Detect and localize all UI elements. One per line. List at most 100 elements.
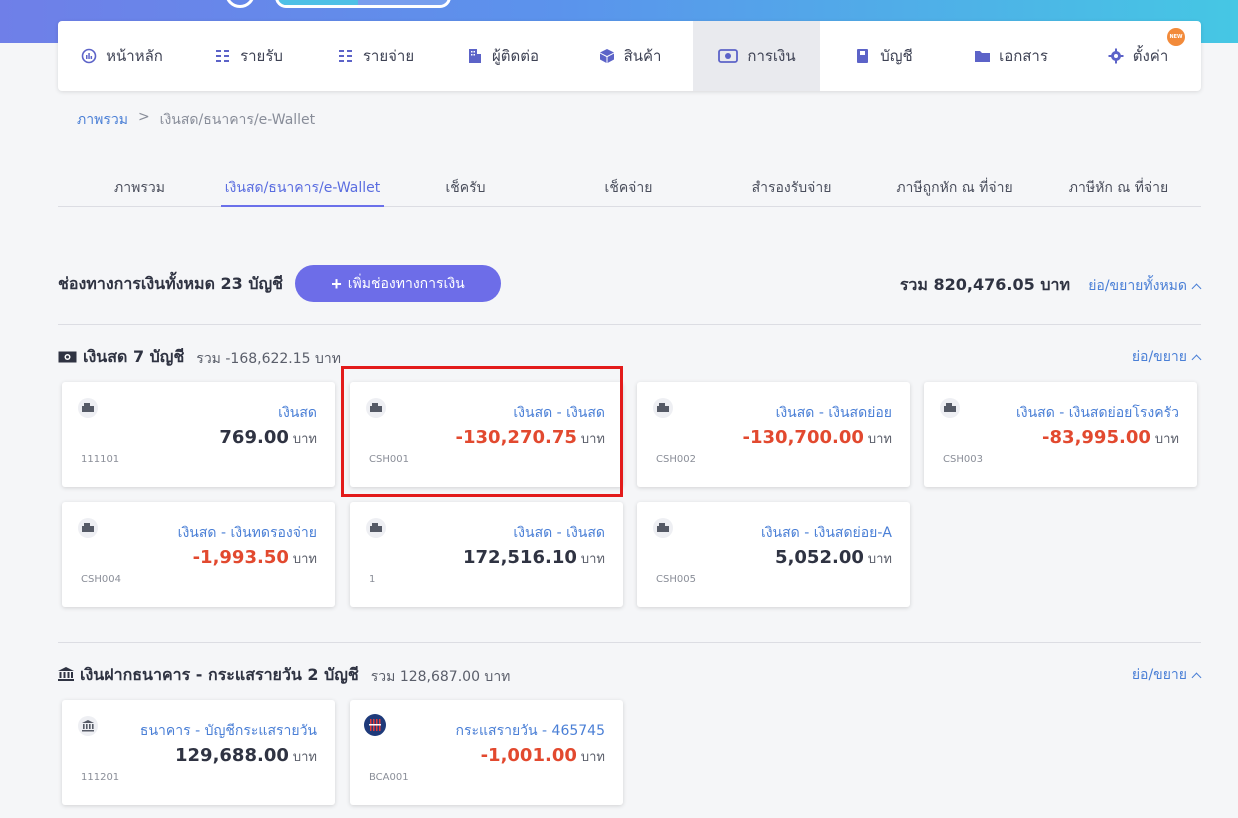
cash-register-icon xyxy=(366,518,386,538)
account-balance: -1,993.50 บาท xyxy=(192,547,317,568)
group-header-cash: เงินสด 7 บัญชี รวม -168,622.15 บาท xyxy=(58,345,341,370)
account-code: 1 xyxy=(369,574,376,585)
group-title-text: เงินสด 7 บัญชี xyxy=(83,347,185,366)
account-card[interactable]: กระแสรายวัน - 465745 -1,001.00 บาท BCA001 xyxy=(350,700,623,805)
new-badge: NEW xyxy=(1167,28,1185,46)
account-code: CSH004 xyxy=(81,574,121,585)
nav-item-finance[interactable]: การเงิน xyxy=(693,21,820,91)
nav-item-accounting[interactable]: บัญชี xyxy=(820,21,947,91)
group-sum: รวม -168,622.15 บาท xyxy=(196,351,341,367)
account-name: ธนาคาร - บัญชีกระแสรายวัน xyxy=(139,723,317,739)
cash-icon xyxy=(58,348,77,367)
account-balance: 5,052.00 บาท xyxy=(775,547,892,568)
header-switch[interactable] xyxy=(275,0,451,8)
divider xyxy=(58,324,1201,325)
account-name: เงินสด - เงินสดย่อย xyxy=(775,405,892,421)
add-payment-channel-button[interactable]: + เพิ่มช่องทางการเงิน xyxy=(295,265,501,302)
breadcrumb-current: เงินสด/ธนาคาร/e-Wallet xyxy=(159,112,316,128)
nav-item-documents[interactable]: เอกสาร xyxy=(947,21,1074,91)
bank-logo-icon xyxy=(364,714,386,736)
tab-petty-cash[interactable]: สำรองรับจ่าย xyxy=(710,168,873,206)
account-balance: -1,001.00 บาท xyxy=(480,745,605,766)
account-code: 111101 xyxy=(81,454,120,465)
nav-item-expense[interactable]: รายจ่าย xyxy=(312,21,439,91)
tab-cheque-received[interactable]: เช็ครับ xyxy=(384,168,547,206)
collapse-all-toggle[interactable]: ย่อ/ขยายทั้งหมด xyxy=(1088,275,1202,297)
account-card[interactable]: เงินสด - เงินสดย่อย-A 5,052.00 บาท CSH005 xyxy=(637,502,910,607)
cash-register-icon xyxy=(78,518,98,538)
account-code: CSH005 xyxy=(656,574,696,585)
group-header-bank-current: เงินฝากธนาคาร - กระแสรายวัน 2 บัญชี รวม … xyxy=(58,663,510,688)
main-navbar: หน้าหลัก รายรับ รายจ่าย ผู้ติดต่อ สินค้า… xyxy=(58,21,1201,91)
grand-total: รวม 820,476.05 บาท xyxy=(899,275,1070,294)
box-icon xyxy=(598,47,616,65)
nav-item-label: รายจ่าย xyxy=(362,47,415,65)
tab-withholding-tax[interactable]: ภาษีหัก ณ ที่จ่าย xyxy=(1036,168,1201,206)
nav-item-label: บัญชี xyxy=(880,47,913,65)
group-collapse-toggle[interactable]: ย่อ/ขยาย xyxy=(1131,664,1202,686)
tab-withheld-tax[interactable]: ภาษีถูกหัก ณ ที่จ่าย xyxy=(873,168,1036,206)
group-toggle-label: ย่อ/ขยาย xyxy=(1131,349,1187,365)
account-name: เงินสด - เงินสด xyxy=(513,525,605,541)
account-card[interactable]: เงินสด 769.00 บาท 111101 xyxy=(62,382,335,487)
account-name: เงินสด - เงินสดย่อยโรงครัว xyxy=(1015,405,1179,421)
chevron-up-icon xyxy=(1191,283,1202,293)
cash-register-icon xyxy=(78,398,98,418)
account-balance: 129,688.00 บาท xyxy=(175,745,317,766)
breadcrumb: ภาพรวม > เงินสด/ธนาคาร/e-Wallet xyxy=(77,109,315,131)
account-name: กระแสรายวัน - 465745 xyxy=(455,723,606,739)
divider xyxy=(58,642,1201,643)
account-card[interactable]: เงินสด - เงินสด 172,516.10 บาท 1 xyxy=(350,502,623,607)
account-card[interactable]: เงินสด - เงินสดย่อย -130,700.00 บาท CSH00… xyxy=(637,382,910,487)
account-balance: -130,700.00 บาท xyxy=(742,427,892,448)
breadcrumb-root-link[interactable]: ภาพรวม xyxy=(77,109,128,131)
nav-item-label: ผู้ติดต่อ xyxy=(491,47,540,65)
accounts-summary-title: ช่องทางการเงินทั้งหมด 23 บัญชี xyxy=(58,274,284,293)
nav-item-label: เอกสาร xyxy=(999,47,1048,65)
add-button-label: เพิ่มช่องทางการเงิน xyxy=(347,274,465,291)
nav-item-label: หน้าหลัก xyxy=(106,47,163,65)
money-icon xyxy=(717,47,739,65)
account-name: เงินสด - เงินทดรองจ่าย xyxy=(177,525,317,541)
group-title: เงินฝากธนาคาร - กระแสรายวัน 2 บัญชี xyxy=(58,663,359,688)
account-name: เงินสด xyxy=(278,405,317,421)
group-sum: รวม 128,687.00 บาท xyxy=(370,669,511,685)
account-balance: -83,995.00 บาท xyxy=(1042,427,1179,448)
group-title: เงินสด 7 บัญชี xyxy=(58,345,184,370)
nav-item-settings[interactable]: ตั้งค่า NEW xyxy=(1074,21,1201,91)
nav-item-label: สินค้า xyxy=(623,47,662,65)
nav-item-label: การเงิน xyxy=(747,47,796,65)
contacts-icon xyxy=(466,47,484,65)
expense-icon xyxy=(337,47,355,65)
account-balance: 172,516.10 บาท xyxy=(463,547,605,568)
cash-register-icon xyxy=(940,398,960,418)
account-code: 111201 xyxy=(81,772,120,783)
nav-item-contacts[interactable]: ผู้ติดต่อ xyxy=(439,21,566,91)
chevron-up-icon xyxy=(1191,354,1202,364)
dashboard-icon xyxy=(80,47,98,65)
bank-icon xyxy=(78,716,98,736)
nav-item-home[interactable]: หน้าหลัก xyxy=(58,21,185,91)
account-card[interactable]: เงินสด - เงินทดรองจ่าย -1,993.50 บาท CSH0… xyxy=(62,502,335,607)
collapse-all-label: ย่อ/ขยายทั้งหมด xyxy=(1088,278,1187,294)
account-code: CSH003 xyxy=(943,454,983,465)
tab-overview[interactable]: ภาพรวม xyxy=(58,168,221,206)
cash-register-icon xyxy=(653,518,673,538)
header-logo-circle xyxy=(225,0,255,8)
highlight-box xyxy=(341,366,623,497)
group-collapse-toggle[interactable]: ย่อ/ขยาย xyxy=(1131,346,1202,368)
account-card[interactable]: ธนาคาร - บัญชีกระแสรายวัน 129,688.00 บาท … xyxy=(62,700,335,805)
group-toggle-label: ย่อ/ขยาย xyxy=(1131,667,1187,683)
nav-item-label: รายรับ xyxy=(240,47,283,65)
account-balance: 769.00 บาท xyxy=(219,427,317,448)
nav-item-income[interactable]: รายรับ xyxy=(185,21,312,91)
plus-icon: + xyxy=(331,273,342,294)
tab-cheque-paid[interactable]: เช็คจ่าย xyxy=(547,168,710,206)
tab-cash-bank-ewallet[interactable]: เงินสด/ธนาคาร/e-Wallet xyxy=(221,168,384,207)
account-card[interactable]: เงินสด - เงินสดย่อยโรงครัว -83,995.00 บาท… xyxy=(924,382,1197,487)
gear-icon xyxy=(1107,47,1125,65)
group-title-text: เงินฝากธนาคาร - กระแสรายวัน 2 บัญชี xyxy=(80,665,359,684)
cash-register-icon xyxy=(653,398,673,418)
nav-item-products[interactable]: สินค้า xyxy=(566,21,693,91)
bank-icon xyxy=(58,666,74,685)
